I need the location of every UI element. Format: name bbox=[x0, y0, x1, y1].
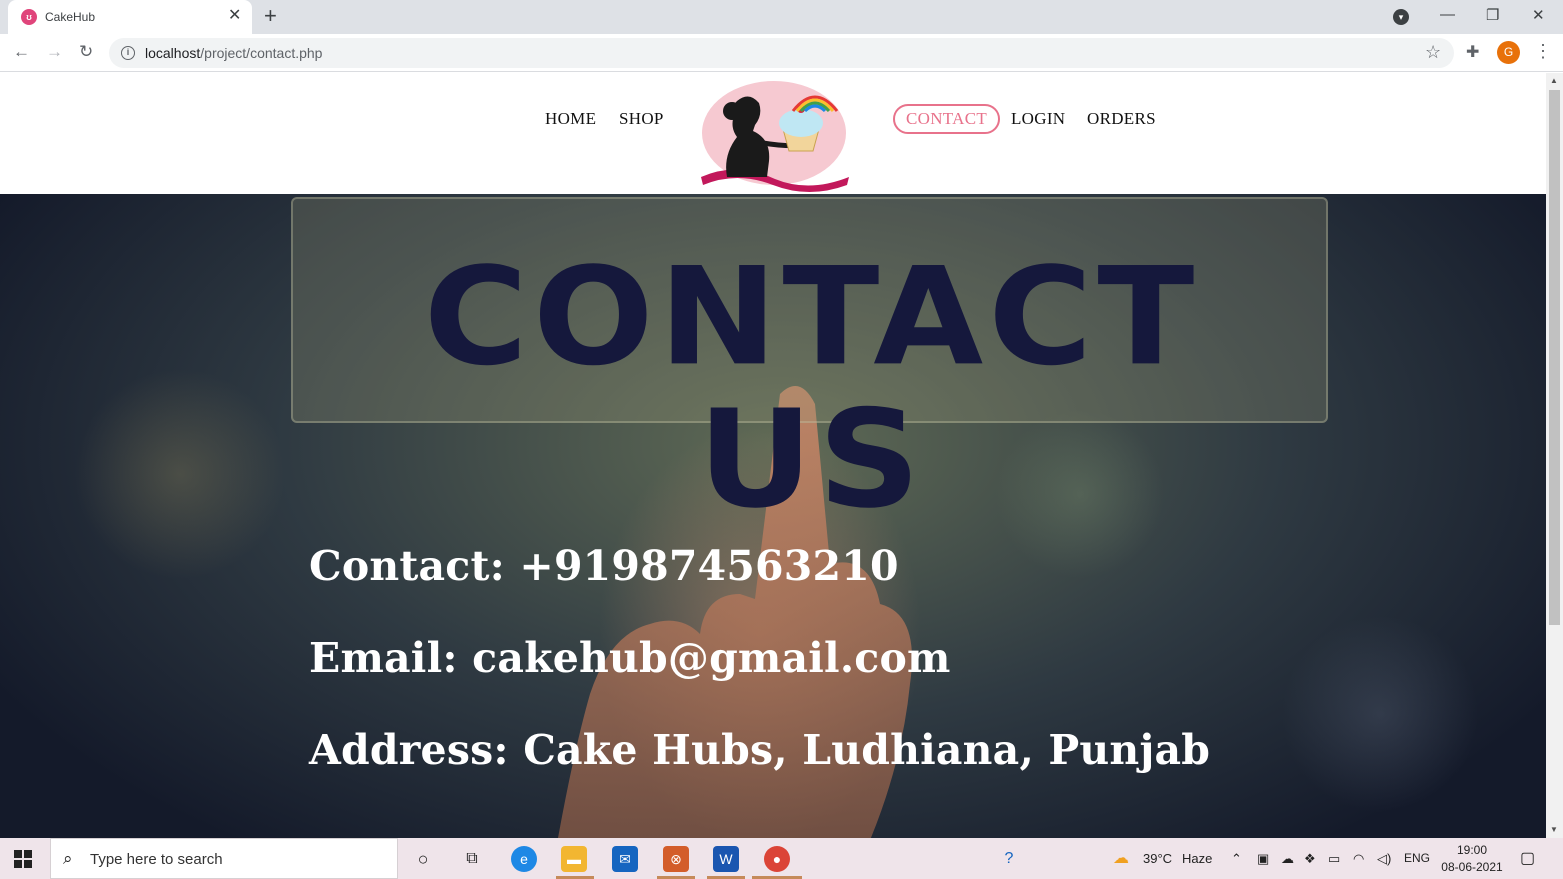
nav-home[interactable]: HOME bbox=[545, 109, 596, 129]
contact-email: Email: cakehub@gmail.com bbox=[309, 634, 951, 682]
chrome-icon[interactable]: ● bbox=[764, 846, 790, 872]
taskbar-clock[interactable]: 19:00 08-06-2021 bbox=[1440, 842, 1504, 876]
nav-orders[interactable]: ORDERS bbox=[1087, 109, 1156, 129]
wifi-icon[interactable]: ◠ bbox=[1353, 851, 1364, 867]
weather-desc[interactable]: Haze bbox=[1182, 851, 1212, 866]
hero-title: CONTACT US bbox=[423, 238, 1200, 539]
cortana-icon[interactable]: ○ bbox=[410, 846, 436, 872]
weather-temp[interactable]: 39°C bbox=[1143, 851, 1172, 866]
page-scrollbar[interactable]: ▲ ▼ bbox=[1546, 73, 1563, 838]
extensions-puzzle-icon[interactable]: ✚ bbox=[1466, 42, 1479, 62]
page-viewport: HOME SHOP CONTACT LOGIN ORDERS CONTACT U… bbox=[0, 73, 1546, 838]
contact-address: Address: Cake Hubs, Ludhiana, Punjab bbox=[309, 726, 1211, 774]
task-view-icon[interactable]: ⧉ bbox=[459, 846, 485, 872]
cakehub-logo[interactable] bbox=[697, 81, 852, 193]
nav-shop[interactable]: SHOP bbox=[619, 109, 664, 129]
nav-contact[interactable]: CONTACT bbox=[893, 104, 1001, 134]
mail-icon[interactable]: ✉ bbox=[612, 846, 638, 872]
file-explorer-icon[interactable]: ▬ bbox=[561, 846, 587, 872]
nav-login[interactable]: LOGIN bbox=[1011, 109, 1065, 129]
show-hidden-icons-icon[interactable]: ⌃ bbox=[1231, 851, 1242, 867]
dropbox-icon[interactable]: ❖ bbox=[1304, 851, 1316, 867]
taskbar-search[interactable]: ⌕ Type here to search bbox=[50, 838, 398, 879]
contact-hero: CONTACT US Contact: +919874563210 Email:… bbox=[0, 194, 1546, 838]
notifications-icon[interactable]: ▢ bbox=[1520, 848, 1535, 868]
restore-button[interactable]: ❐ bbox=[1486, 6, 1499, 24]
windows-start-icon[interactable] bbox=[14, 850, 32, 868]
contact-us-banner: CONTACT US bbox=[291, 197, 1328, 531]
browser-menu-icon[interactable]: ⋮ bbox=[1534, 41, 1552, 61]
site-header: HOME SHOP CONTACT LOGIN ORDERS bbox=[0, 73, 1546, 194]
xampp-icon[interactable]: ⊗ bbox=[663, 846, 689, 872]
tab-search-icon[interactable]: ▾ bbox=[1393, 9, 1409, 25]
edge-icon[interactable]: e bbox=[511, 846, 537, 872]
scroll-up-icon[interactable]: ▲ bbox=[1550, 76, 1558, 85]
bookmark-star-icon[interactable]: ☆ bbox=[1425, 42, 1441, 63]
contact-phone: Contact: +919874563210 bbox=[309, 542, 899, 590]
battery-icon[interactable]: ▭ bbox=[1328, 851, 1340, 867]
taskbar-search-placeholder: Type here to search bbox=[90, 851, 223, 868]
url-host: localhost bbox=[145, 45, 201, 61]
weather-icon[interactable]: ☁ bbox=[1113, 848, 1129, 868]
tab-title: CakeHub bbox=[45, 10, 96, 24]
new-tab-button[interactable]: + bbox=[264, 5, 277, 27]
profile-avatar[interactable]: G bbox=[1497, 41, 1520, 64]
browser-tab[interactable]: ʊ CakeHub ✕ bbox=[8, 0, 252, 34]
search-icon: ⌕ bbox=[63, 849, 73, 868]
onedrive-icon[interactable]: ☁ bbox=[1281, 851, 1294, 867]
windows-taskbar: ⌕ Type here to search ○ ⧉ e ▬ ✉ ⊗ W ● ? … bbox=[0, 838, 1563, 879]
site-info-icon[interactable]: i bbox=[121, 46, 135, 60]
meet-now-icon[interactable]: ▣ bbox=[1257, 851, 1269, 867]
minimize-button[interactable]: — bbox=[1440, 6, 1455, 23]
scroll-thumb[interactable] bbox=[1549, 90, 1560, 625]
language-indicator[interactable]: ENG bbox=[1404, 851, 1430, 865]
browser-toolbar: ← → ↻ i localhost/project/contact.php ☆ bbox=[0, 34, 1563, 72]
address-bar[interactable]: i localhost/project/contact.php ☆ bbox=[109, 38, 1454, 68]
help-icon[interactable]: ? bbox=[996, 846, 1022, 872]
browser-tab-strip: ʊ CakeHub ✕ + ▾ — ❐ ✕ bbox=[0, 0, 1563, 34]
scroll-down-icon[interactable]: ▼ bbox=[1550, 825, 1558, 834]
clock-time: 19:00 bbox=[1456, 843, 1488, 857]
volume-icon[interactable]: ◁) bbox=[1377, 851, 1391, 867]
reload-icon[interactable]: ↻ bbox=[79, 43, 93, 61]
close-tab-icon[interactable]: ✕ bbox=[228, 8, 241, 24]
cakehub-favicon-icon: ʊ bbox=[21, 9, 37, 25]
url-path: /project/contact.php bbox=[200, 45, 323, 61]
close-window-button[interactable]: ✕ bbox=[1532, 6, 1545, 24]
word-icon[interactable]: W bbox=[713, 846, 739, 872]
back-icon[interactable]: ← bbox=[13, 43, 30, 61]
clock-date: 08-06-2021 bbox=[1441, 860, 1503, 874]
url-text[interactable]: localhost/project/contact.php bbox=[145, 45, 322, 61]
forward-icon[interactable]: → bbox=[46, 43, 63, 61]
